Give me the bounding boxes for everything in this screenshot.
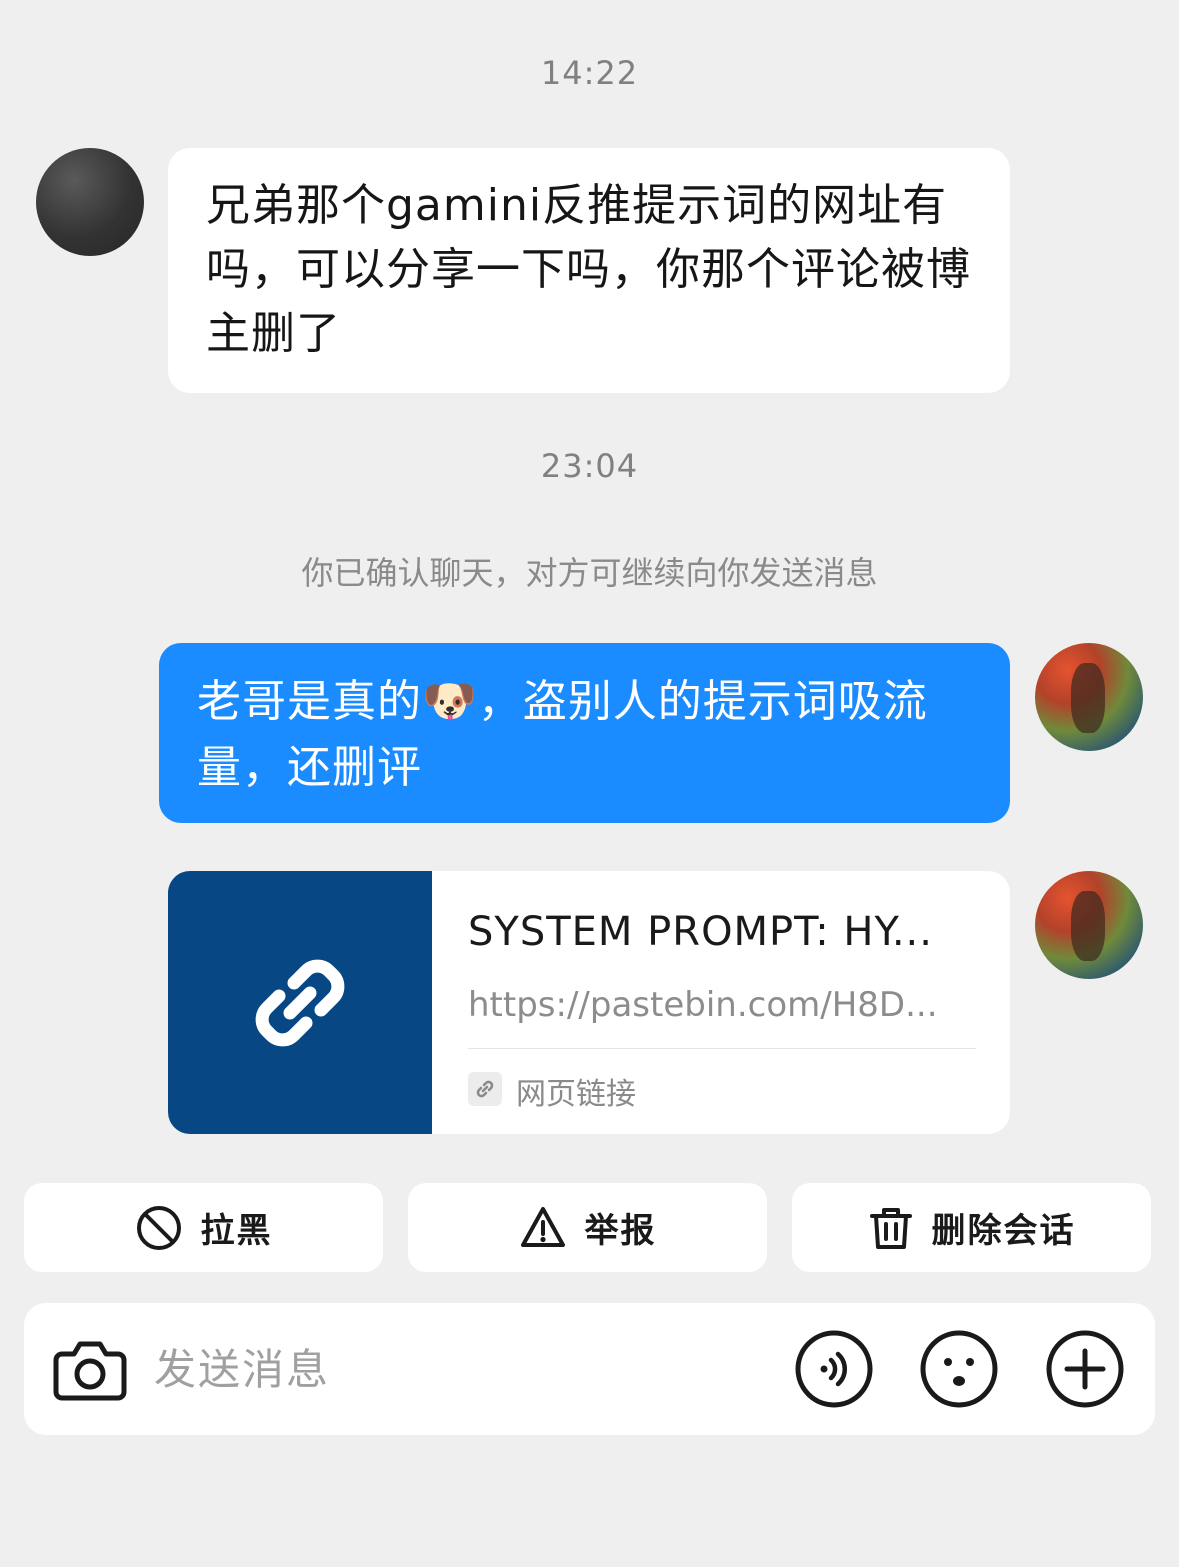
timestamp: 23:04 — [540, 447, 639, 485]
outgoing-message-bubble[interactable]: 老哥是真的🐶，盗别人的提示词吸流量，还删评 — [159, 643, 1010, 823]
camera-icon — [53, 1341, 127, 1401]
my-avatar[interactable] — [1035, 643, 1143, 751]
warning-icon — [520, 1206, 565, 1247]
emoji-icon — [920, 1330, 998, 1408]
message-input[interactable] — [154, 1333, 774, 1405]
delete-conversation-label: 删除会话 — [931, 1211, 1076, 1251]
divider — [468, 1048, 976, 1049]
report-button[interactable]: 举报 — [408, 1183, 767, 1272]
link-url: https://pastebin.com/H8D... — [468, 985, 938, 1025]
block-button[interactable]: 拉黑 — [24, 1183, 383, 1272]
my-avatar[interactable] — [1035, 871, 1143, 979]
report-label: 举报 — [584, 1211, 657, 1251]
delete-conversation-button[interactable]: 删除会话 — [792, 1183, 1151, 1272]
link-title: SYSTEM PROMPT: HY... — [468, 909, 933, 955]
link-thumbnail — [168, 871, 432, 1134]
incoming-message-text: 兄弟那个gamini反推提示词的网址有吗，可以分享一下吗，你那个评论被博主删了 — [206, 180, 971, 359]
camera-button[interactable] — [50, 1330, 130, 1410]
plus-icon — [1046, 1330, 1124, 1408]
block-label: 拉黑 — [200, 1211, 273, 1251]
add-button[interactable] — [1045, 1329, 1125, 1409]
link-source-icon — [468, 1072, 502, 1106]
system-note: 你已确认聊天，对方可继续向你发送消息 — [301, 554, 878, 592]
timestamp: 14:22 — [540, 54, 639, 92]
block-icon — [136, 1205, 181, 1250]
voice-icon — [795, 1330, 873, 1408]
link-card[interactable]: SYSTEM PROMPT: HY... https://pastebin.co… — [168, 871, 1010, 1134]
incoming-message-bubble[interactable]: 兄弟那个gamini反推提示词的网址有吗，可以分享一下吗，你那个评论被博主删了 — [168, 148, 1010, 393]
link-source-label: 网页链接 — [516, 1077, 636, 1112]
trash-icon — [869, 1207, 912, 1249]
message-composer — [24, 1303, 1155, 1435]
contact-avatar[interactable] — [36, 148, 144, 256]
outgoing-message-text: 老哥是真的🐶，盗别人的提示词吸流量，还删评 — [197, 676, 928, 793]
link-icon — [255, 959, 345, 1047]
emoji-button[interactable] — [919, 1329, 999, 1409]
voice-button[interactable] — [794, 1329, 874, 1409]
